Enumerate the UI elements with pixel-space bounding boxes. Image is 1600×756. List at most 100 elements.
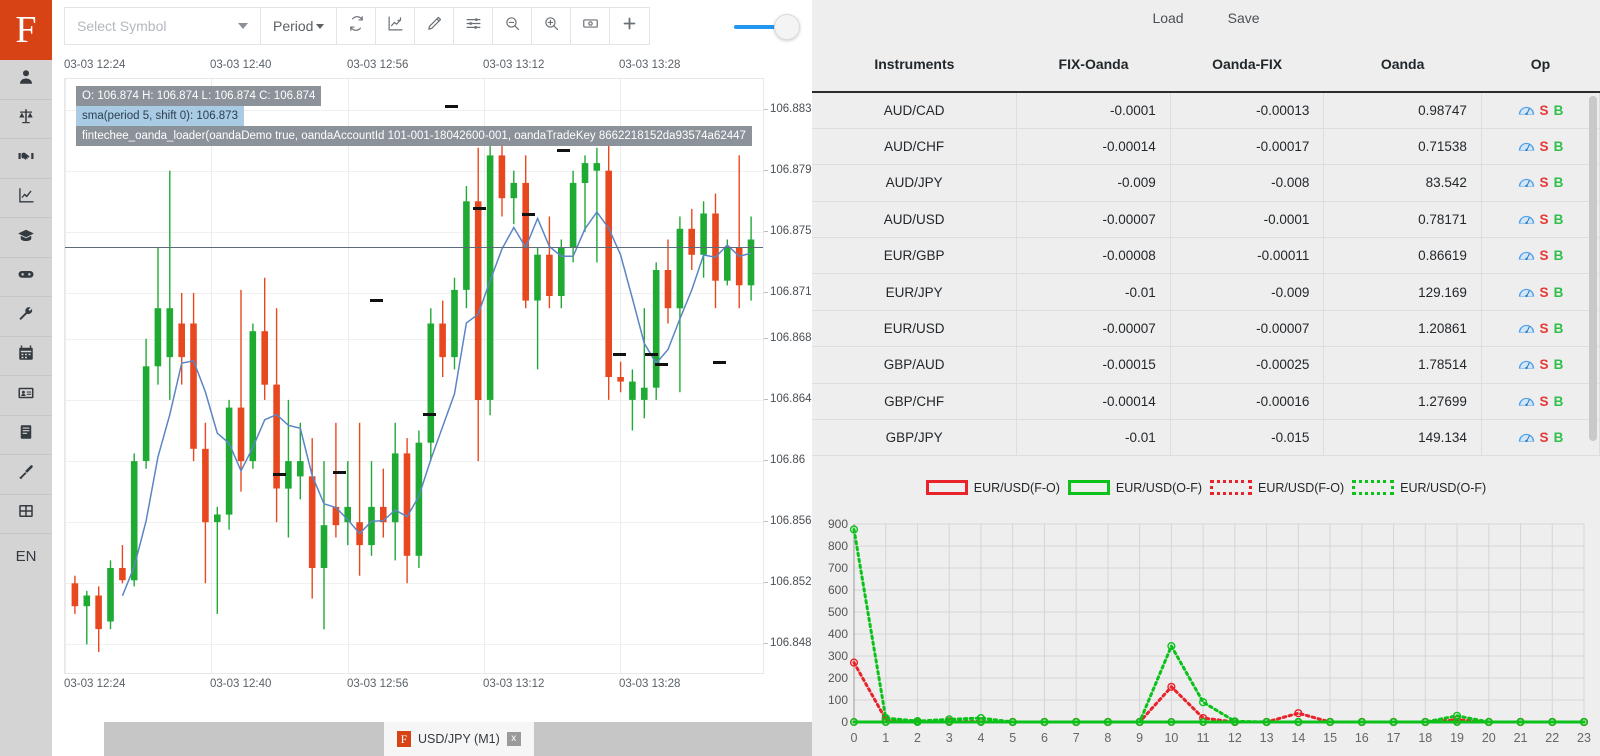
spread-plot[interactable]: 01002003004005006007008009000 1 2 3 4 5 6 7 8 9 10… [812, 512, 1600, 756]
table-row[interactable]: EUR/JPY -0.01 -0.009 129.169 S B [812, 273, 1600, 311]
language-selector[interactable]: EN [0, 534, 52, 578]
svg-text:200: 200 [828, 671, 848, 685]
buy-button[interactable]: B [1554, 103, 1564, 118]
table-row[interactable]: AUD/USD -0.00007 -0.0001 0.78171 S B [812, 201, 1600, 239]
sidebar-item-charts[interactable] [0, 179, 52, 218]
add-button[interactable] [610, 7, 649, 45]
buy-button[interactable]: B [1554, 248, 1564, 263]
chart-type-button[interactable] [376, 7, 416, 45]
trade-button[interactable] [571, 7, 611, 45]
buy-button[interactable]: B [1554, 394, 1564, 409]
sidebar-item-balance[interactable] [0, 100, 52, 139]
sidebar-item-simulator[interactable] [0, 258, 52, 297]
legend-item[interactable]: EUR/USD(F-O) [925, 480, 1060, 495]
table-row[interactable]: GBP/AUD -0.00015 -0.00025 1.78514 S B [812, 346, 1600, 384]
legend-label: EUR/USD(O-F) [1115, 480, 1202, 495]
buy-button[interactable]: B [1554, 357, 1564, 372]
sell-button[interactable]: S [1540, 285, 1549, 300]
table-row[interactable]: AUD/CHF -0.00014 -0.00017 0.71538 S B [812, 128, 1600, 166]
cell-instrument: EUR/JPY [812, 273, 1018, 311]
gauge-button[interactable] [1518, 211, 1535, 228]
sell-button[interactable]: S [1540, 175, 1549, 190]
svg-text:22: 22 [1545, 731, 1559, 745]
table-row[interactable]: EUR/GBP -0.00008 -0.00011 0.86619 S B [812, 237, 1600, 275]
zoom-in-button[interactable] [532, 7, 572, 45]
symbol-select[interactable]: Select Symbol [65, 7, 261, 45]
sell-button[interactable]: S [1540, 321, 1549, 336]
cell-oanda-fix: -0.00025 [1170, 346, 1325, 384]
cell-op: SB [1481, 273, 1600, 311]
legend-item[interactable]: EUR/USD(F-O) [1210, 480, 1344, 495]
column-header-oanda: Oanda [1323, 36, 1482, 93]
sidebar-item-tools[interactable] [0, 297, 52, 337]
chart-toggle[interactable] [734, 12, 800, 42]
scales-icon [17, 107, 35, 130]
draw-button[interactable] [415, 7, 455, 45]
sell-button[interactable]: S [1540, 430, 1549, 445]
table-scrollbar[interactable] [1589, 96, 1597, 441]
sidebar-item-account[interactable] [0, 60, 52, 100]
load-button[interactable]: Load [1152, 10, 1183, 26]
column-header-oanda-fix: Oanda-FIX [1170, 36, 1324, 93]
cell-oanda: 0.86619 [1323, 237, 1482, 275]
sidebar-item-education[interactable] [0, 218, 52, 258]
indicators-button[interactable] [454, 7, 494, 45]
sell-button[interactable]: S [1540, 248, 1549, 263]
sell-button[interactable]: S [1540, 103, 1549, 118]
cell-oanda: 0.98747 [1323, 92, 1482, 129]
buy-button[interactable]: B [1554, 430, 1564, 445]
table-row[interactable]: GBP/CHF -0.00014 -0.00016 1.27699 S B [812, 383, 1600, 421]
sell-button[interactable]: S [1540, 139, 1549, 154]
buy-button[interactable]: B [1554, 175, 1564, 190]
gauge-button[interactable] [1518, 247, 1535, 264]
gauge-button[interactable] [1518, 393, 1535, 410]
sell-button[interactable]: S [1540, 357, 1549, 372]
candlestick-series [71, 105, 755, 653]
sidebar-item-theme[interactable] [0, 455, 52, 495]
sidebar-item-profile[interactable] [0, 376, 52, 416]
svg-text:12: 12 [1228, 731, 1242, 745]
table-row[interactable]: AUD/JPY -0.009 -0.008 83.542 S B [812, 164, 1600, 202]
gauge-button[interactable] [1518, 284, 1535, 301]
gauge-icon [1518, 215, 1534, 224]
refresh-button[interactable] [337, 7, 377, 45]
buy-button[interactable]: B [1554, 139, 1564, 154]
svg-text:15: 15 [1323, 731, 1337, 745]
sidebar-item-grid[interactable] [0, 495, 52, 534]
gauge-button[interactable] [1518, 429, 1535, 446]
graduation-cap-icon [17, 226, 35, 249]
candlestick-plot[interactable] [64, 78, 764, 674]
book-icon [17, 423, 35, 446]
buy-button[interactable]: B [1554, 285, 1564, 300]
sidebar-item-deals[interactable] [0, 139, 52, 179]
table-row[interactable]: GBP/JPY -0.01 -0.015 149.134 S B [812, 419, 1600, 457]
table-row[interactable]: EUR/USD -0.00007 -0.00007 1.20861 S B [812, 310, 1600, 348]
gauge-button[interactable] [1518, 138, 1535, 155]
save-button[interactable]: Save [1228, 10, 1260, 26]
table-row[interactable]: AUD/CAD -0.0001 -0.00013 0.98747 S B [812, 92, 1600, 129]
period-dropdown[interactable]: Period [261, 7, 338, 45]
buy-button[interactable]: B [1554, 212, 1564, 227]
gauge-button[interactable] [1518, 356, 1535, 373]
close-icon[interactable]: x [506, 732, 521, 746]
table-header-row: Instruments FIX-Oanda Oanda-FIX Oanda Op [812, 36, 1600, 93]
cell-instrument: AUD/CHF [812, 128, 1018, 166]
gauge-button[interactable] [1518, 320, 1535, 337]
gauge-button[interactable] [1518, 174, 1535, 191]
gauge-icon [1518, 397, 1534, 406]
sell-button[interactable]: S [1540, 394, 1549, 409]
cell-instrument: GBP/AUD [812, 346, 1018, 384]
zoom-out-button[interactable] [493, 7, 533, 45]
toggle-knob[interactable] [774, 14, 800, 40]
sidebar-item-journal[interactable] [0, 416, 52, 455]
sell-button[interactable]: S [1540, 212, 1549, 227]
buy-button[interactable]: B [1554, 321, 1564, 336]
legend-item[interactable]: EUR/USD(O-F) [1352, 480, 1486, 495]
legend-item[interactable]: EUR/USD(O-F) [1067, 480, 1202, 495]
chart-tab-usdjpy[interactable]: F USD/JPY (M1) x [384, 722, 534, 756]
gauge-button[interactable] [1518, 102, 1535, 119]
panel-actions: Load Save [812, 0, 1600, 36]
column-header-instruments: Instruments [812, 36, 1017, 93]
sidebar-item-calendar[interactable] [0, 337, 52, 376]
cell-instrument: EUR/USD [812, 310, 1018, 348]
